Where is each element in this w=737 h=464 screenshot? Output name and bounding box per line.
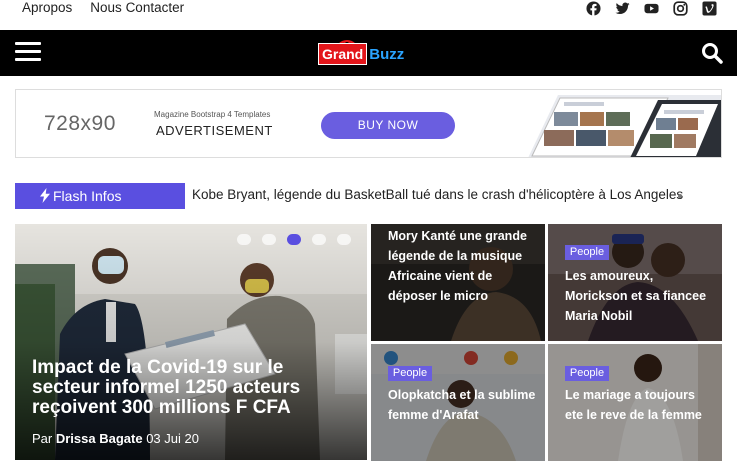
ad-device-mockup (528, 95, 721, 157)
featured-article-title[interactable]: Impact de la Covid-19 sur le secteur inf… (32, 358, 352, 418)
carousel-indicators (237, 234, 351, 245)
featured-article-image (15, 224, 367, 460)
social-links (586, 1, 717, 16)
category-badge[interactable]: People (565, 366, 609, 381)
facebook-icon[interactable] (586, 1, 601, 16)
featured-article-meta: Par Drissa Bagate 03 Jui 20 (32, 431, 199, 446)
instagram-icon[interactable] (673, 1, 688, 16)
ad-size-label: 728x90 (44, 112, 116, 135)
category-badge[interactable]: People (565, 245, 609, 260)
advertisement-banner[interactable]: 728x90 Magazine Bootstrap 4 Templates AD… (15, 89, 722, 158)
article-date: 03 Jui 20 (146, 431, 199, 446)
link-contact[interactable]: Nous Contacter (90, 0, 184, 16)
article-card[interactable]: People Le mariage a toujours ete le reve… (548, 344, 722, 461)
article-card[interactable]: People Les amoureux, Morickson et sa fia… (548, 224, 722, 341)
search-icon[interactable] (701, 42, 723, 64)
link-apropos[interactable]: Apropos (22, 0, 72, 16)
ad-title: ADVERTISEMENT (156, 123, 273, 138)
article-card[interactable]: Mory Kanté une grande légende de la musi… (371, 224, 545, 341)
ad-subtitle: Magazine Bootstrap 4 Templates (154, 110, 271, 119)
carousel-dot[interactable] (237, 234, 251, 245)
carousel-dot-active[interactable] (287, 234, 301, 245)
vimeo-icon[interactable] (702, 1, 717, 16)
hamburger-icon[interactable] (15, 42, 41, 62)
article-author[interactable]: Drissa Bagate (56, 431, 143, 446)
site-logo[interactable]: Grand Buzz (318, 40, 405, 66)
article-card-title[interactable]: Le mariage a toujours ete le reve de la … (565, 385, 715, 425)
flash-headline[interactable]: Kobe Bryant, légende du BasketBall tué d… (192, 187, 683, 202)
article-card-title[interactable]: Mory Kanté une grande légende de la musi… (388, 226, 538, 306)
carousel-dot[interactable] (337, 234, 351, 245)
carousel-dot[interactable] (262, 234, 276, 245)
buy-now-button[interactable]: BUY NOW (321, 112, 455, 139)
main-navbar: Grand Buzz (0, 30, 737, 76)
logo-text-grand: Grand (318, 43, 368, 65)
logo-text-buzz: Buzz (369, 45, 405, 63)
article-card[interactable]: People Olopkatcha et la sublime femme d'… (371, 344, 545, 461)
category-badge[interactable]: People (388, 366, 432, 381)
article-card-title[interactable]: Les amoureux, Morickson et sa fiancee Ma… (565, 266, 715, 326)
ticker-dot (678, 194, 682, 198)
lightning-icon (40, 188, 50, 203)
youtube-icon[interactable] (644, 1, 659, 16)
twitter-icon[interactable] (615, 1, 630, 16)
top-links: Apropos Nous Contacter (22, 0, 184, 16)
article-card-title[interactable]: Olopkatcha et la sublime femme d'Arafat (388, 385, 538, 425)
top-bar: Apropos Nous Contacter (0, 0, 737, 30)
byline-prefix: Par (32, 431, 53, 446)
featured-article[interactable]: Impact de la Covid-19 sur le secteur inf… (15, 224, 367, 460)
carousel-dot[interactable] (312, 234, 326, 245)
